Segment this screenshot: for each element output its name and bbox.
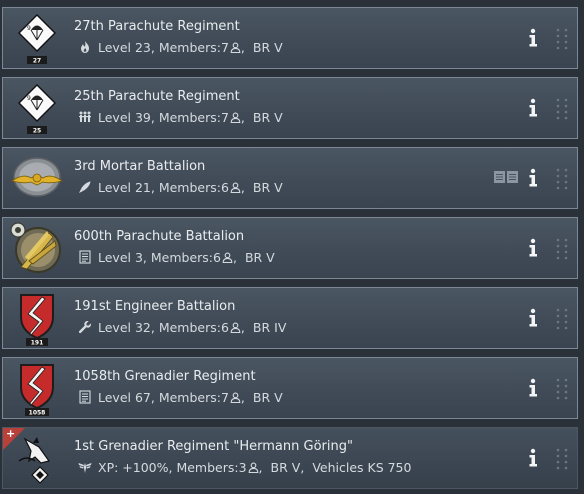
drag-handle-icon[interactable] — [554, 236, 570, 262]
winged-eagle-badge-icon — [9, 151, 65, 207]
regiment-row[interactable]: 191 191st Engineer Battalion Level 32, M… — [2, 287, 578, 349]
regiment-row[interactable]: 1058 1058th Grenadier Regiment Level 67,… — [2, 357, 578, 419]
info-button[interactable] — [524, 27, 542, 49]
regiment-meta: Level 32, Members:6 , BR IV — [78, 319, 286, 335]
person-icon — [230, 392, 241, 403]
person-icon — [230, 182, 241, 193]
regiment-row[interactable]: 3rd Mortar Battalion Level 21, Members:6… — [2, 147, 578, 209]
winged-emblem-icon — [78, 460, 92, 474]
mortar-shell-icon — [78, 180, 92, 194]
regiment-name: 600th Parachute Battalion — [74, 229, 245, 244]
info-button[interactable] — [524, 447, 542, 469]
regiment-name: 191st Engineer Battalion — [74, 299, 236, 314]
regiment-name: 25th Parachute Regiment — [74, 89, 240, 104]
svg-text:9: 9 — [27, 95, 31, 102]
level-members-text: Level 39, Members:7 — [98, 109, 229, 125]
emblem-tag: 27 — [33, 58, 41, 65]
level-members-text: Level 23, Members:7 — [98, 39, 229, 55]
drag-handle-icon[interactable] — [554, 306, 570, 332]
regiment-row[interactable]: 9 25 25th Parachute Regiment Level 39, M… — [2, 77, 578, 139]
emblem-tag: 1058 — [29, 410, 46, 417]
flame-icon — [78, 40, 92, 54]
battle-rating: BR V — [244, 249, 275, 265]
battle-rating: BR IV — [252, 319, 287, 335]
regiment-meta: Level 21, Members:6 , BR V — [78, 179, 283, 195]
regiment-list: 9 27 27th Parachute Regiment Level 23, M… — [0, 0, 584, 494]
level-members-text: Level 67, Members:7 — [98, 389, 229, 405]
regiment-name: 1st Grenadier Regiment "Hermann Göring" — [74, 439, 353, 454]
battle-rating: BR V — [252, 109, 283, 125]
level-members-text: Level 21, Members:6 — [98, 179, 229, 195]
regiment-meta: Level 3, Members:6 , BR V — [78, 249, 275, 265]
list-document-icon — [78, 250, 92, 264]
regiment-meta: Level 39, Members:7 , BR V — [78, 109, 283, 125]
battle-rating: BR V — [252, 389, 283, 405]
regiment-name: 3rd Mortar Battalion — [74, 159, 206, 174]
info-button[interactable] — [524, 377, 542, 399]
battle-rating: BR V — [252, 179, 283, 195]
regiment-name: 1058th Grenadier Regiment — [74, 369, 256, 384]
person-icon — [230, 112, 241, 123]
svg-text:9: 9 — [27, 25, 31, 32]
emblem-tag: 25 — [33, 128, 41, 135]
drag-handle-icon[interactable] — [554, 96, 570, 122]
drag-handle-icon[interactable] — [554, 26, 570, 52]
info-button[interactable] — [524, 307, 542, 329]
eagle-diamond-emblem-icon — [9, 431, 65, 487]
drag-handle-icon[interactable] — [554, 166, 570, 192]
emblem-tag: 191 — [31, 340, 44, 347]
xp-members-text: XP: +100%, Members:3 — [98, 459, 247, 475]
drag-handle-icon[interactable] — [554, 446, 570, 472]
person-icon — [230, 42, 241, 53]
battle-rating: BR V — [270, 459, 301, 475]
wrench-icon — [78, 320, 92, 334]
vehicles-text: Vehicles KS 750 — [312, 459, 412, 475]
regiment-meta: Level 67, Members:7 , BR V — [78, 389, 283, 405]
person-icon — [230, 322, 241, 333]
person-icon — [222, 252, 233, 263]
parachute-diamond-icon: 9 25 — [9, 81, 65, 137]
diving-eagle-wreath-icon — [9, 221, 65, 277]
drag-handle-icon[interactable] — [554, 376, 570, 402]
regiment-name: 27th Parachute Regiment — [74, 19, 240, 34]
regiment-row[interactable]: + 1st Grenadier Regiment "Hermann Göring… — [2, 427, 578, 489]
person-icon — [248, 462, 259, 473]
level-members-text: Level 32, Members:6 — [98, 319, 229, 335]
battle-rating: BR V — [252, 39, 283, 55]
info-button[interactable] — [524, 97, 542, 119]
parachute-diamond-icon: 9 27 — [9, 11, 65, 67]
regiment-meta: Level 23, Members:7 , BR V — [78, 39, 283, 55]
info-button[interactable] — [524, 167, 542, 189]
red-shield-lightning-icon: 1058 — [9, 361, 65, 417]
red-shield-lightning-icon: 191 — [9, 291, 65, 347]
level-members-text: Level 3, Members:6 — [98, 249, 221, 265]
info-button[interactable] — [524, 237, 542, 259]
list-document-icon — [78, 390, 92, 404]
regiment-row[interactable]: 600th Parachute Battalion Level 3, Membe… — [2, 217, 578, 279]
infantry-squad-icon — [78, 110, 92, 124]
regiment-row[interactable]: 9 27 27th Parachute Regiment Level 23, M… — [2, 7, 578, 69]
regiment-meta: XP: +100%, Members:3 , BR V , Vehicles K… — [78, 459, 411, 475]
open-book-icon[interactable] — [493, 168, 519, 186]
